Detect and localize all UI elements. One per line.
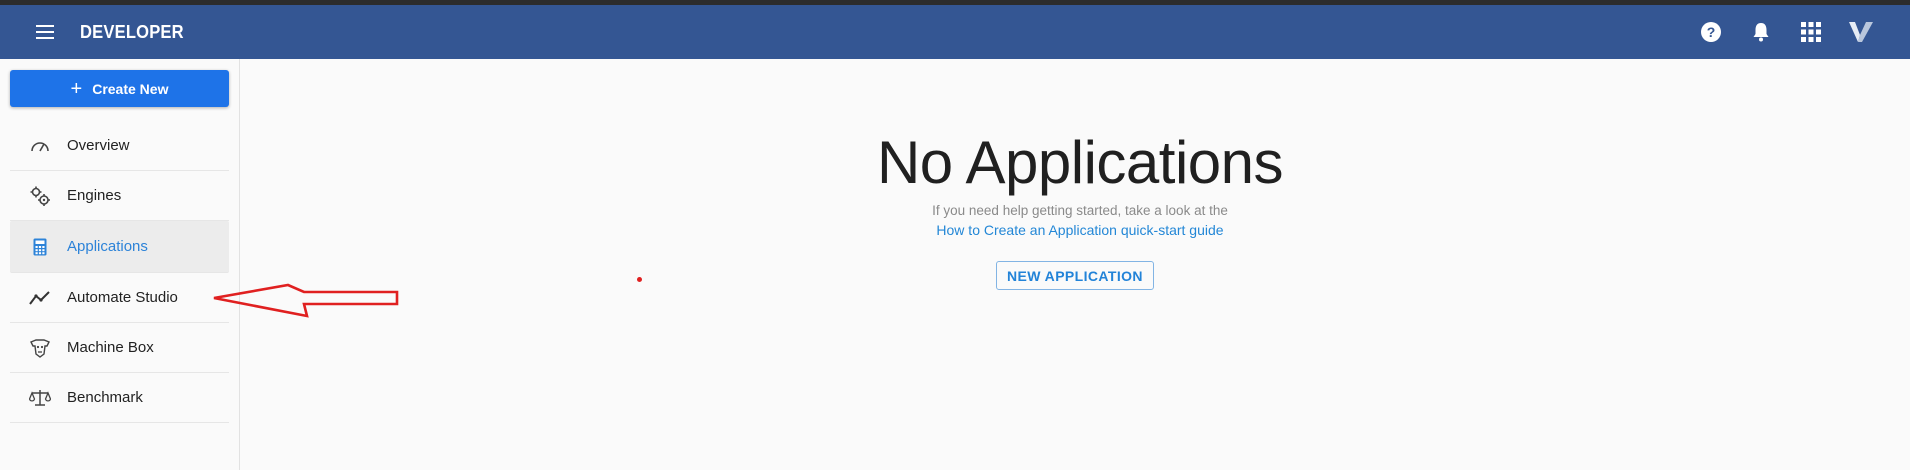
sidebar-item-label: Benchmark (67, 389, 143, 406)
sidebar-item-machine-box[interactable]: Machine Box (10, 323, 229, 373)
sidebar-item-applications[interactable]: Applications (10, 221, 229, 273)
sidebar-item-label: Machine Box (67, 339, 154, 356)
annotation-arrow (213, 283, 399, 318)
sidebar-item-label: Applications (67, 238, 148, 255)
apps-grid-icon[interactable] (1798, 19, 1824, 45)
balance-scale-icon (28, 386, 52, 410)
help-icon[interactable]: ? (1698, 19, 1724, 45)
sidebar-item-label: Automate Studio (67, 289, 178, 306)
gears-icon (28, 184, 52, 208)
help-text: If you need help getting started, take a… (932, 203, 1228, 218)
menu-icon[interactable] (34, 21, 56, 43)
quick-start-guide-link[interactable]: How to Create an Application quick-start… (760, 222, 1400, 238)
sidebar-item-engines[interactable]: Engines (10, 171, 229, 221)
new-application-button[interactable]: NEW APPLICATION (996, 261, 1154, 290)
sidebar-item-automate-studio[interactable]: Automate Studio (10, 273, 229, 323)
sidebar-item-benchmark[interactable]: Benchmark (10, 373, 229, 423)
sidebar-item-label: Overview (67, 137, 130, 154)
calculator-icon (28, 235, 52, 259)
app-header: DEVELOPER ? (0, 5, 1910, 59)
svg-text:?: ? (1707, 24, 1716, 40)
annotation-dot (637, 277, 642, 282)
veritone-logo-icon[interactable] (1848, 19, 1874, 45)
sidebar-item-overview[interactable]: Overview (10, 121, 229, 171)
bell-icon[interactable] (1748, 19, 1774, 45)
trend-line-icon (28, 286, 52, 310)
create-new-label: Create New (92, 80, 169, 97)
create-new-button[interactable]: + Create New (10, 70, 229, 107)
sidebar-nav: Overview Engines Applications Automate S… (10, 121, 229, 423)
machine-box-icon (28, 336, 52, 360)
sidebar: + Create New Overview Engines Applicatio… (0, 59, 240, 470)
plus-icon: + (70, 77, 83, 100)
header-actions: ? (1674, 19, 1874, 45)
sidebar-item-label: Engines (67, 187, 122, 204)
app-title: DEVELOPER (80, 21, 184, 42)
page-title: No Applications (876, 129, 1284, 196)
gauge-icon (28, 134, 52, 158)
